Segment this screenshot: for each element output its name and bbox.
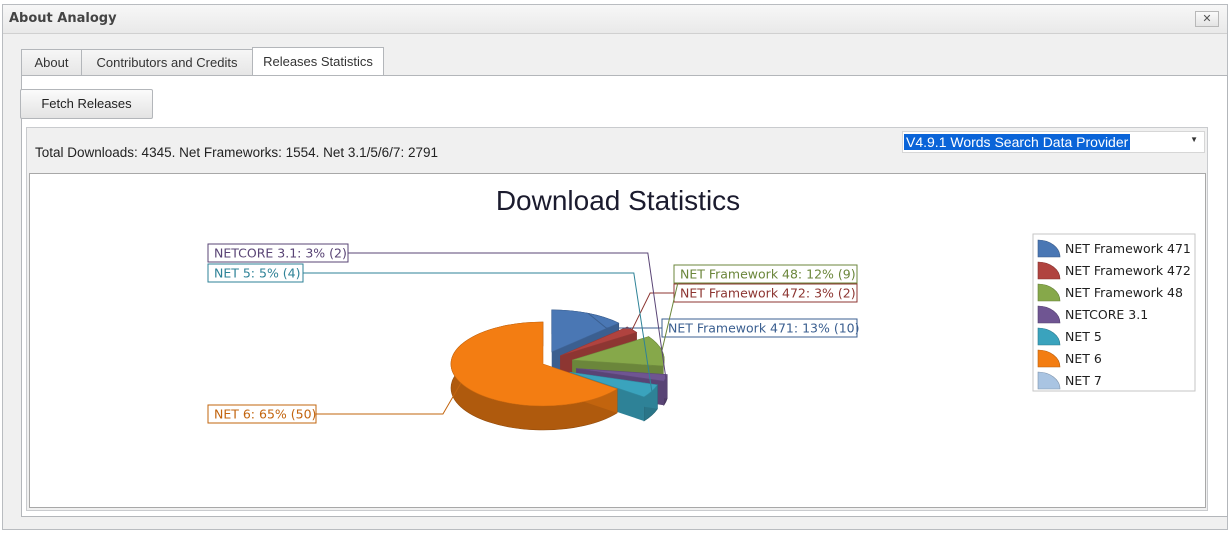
data-label-text: NET Framework 472: 3% (2) bbox=[680, 286, 856, 301]
tab-about[interactable]: About bbox=[21, 49, 82, 75]
legend-label: NETCORE 3.1 bbox=[1065, 307, 1148, 322]
data-label-text: NET Framework 471: 13% (10) bbox=[668, 321, 860, 336]
legend-label: NET Framework 471 bbox=[1065, 241, 1191, 256]
about-window: About Analogy ✕ About Contributors and C… bbox=[2, 4, 1228, 530]
statistics-group: Total Downloads: 4345. Net Frameworks: 1… bbox=[26, 127, 1208, 511]
window-title: About Analogy bbox=[9, 11, 117, 26]
releases-statistics-panel: Fetch Releases Total Downloads: 4345. Ne… bbox=[20, 75, 1228, 517]
download-statistics-chart: Download Statistics NET Framework 471: 1… bbox=[207, 185, 1196, 431]
title-bar: About Analogy ✕ bbox=[3, 5, 1227, 34]
legend-label: NET Framework 472 bbox=[1065, 263, 1191, 278]
legend-label: NET 6 bbox=[1065, 351, 1102, 366]
close-button[interactable]: ✕ bbox=[1195, 11, 1219, 27]
tab-releases-statistics[interactable]: Releases Statistics bbox=[252, 47, 384, 75]
legend-label: NET Framework 48 bbox=[1065, 285, 1183, 300]
chart-area: Download Statistics NET Framework 471: 1… bbox=[29, 173, 1206, 508]
dropdown-arrow-icon: ▼ bbox=[1190, 135, 1198, 144]
data-label-net-6: NET 6: 65% (50) bbox=[207, 382, 462, 424]
fetch-releases-button[interactable]: Fetch Releases bbox=[20, 89, 153, 119]
legend-label: NET 7 bbox=[1065, 373, 1102, 388]
provider-select-value: V4.9.1 Words Search Data Provider bbox=[904, 134, 1131, 150]
chart-title: Download Statistics bbox=[496, 185, 740, 216]
tab-contributors[interactable]: Contributors and Credits bbox=[81, 49, 253, 75]
legend-item-net-7: NET 7 bbox=[1037, 371, 1102, 390]
downloads-summary: Total Downloads: 4345. Net Frameworks: 1… bbox=[35, 145, 438, 160]
data-label-text: NET 5: 5% (4) bbox=[214, 266, 301, 281]
legend-item-net-5: NET 5 bbox=[1037, 327, 1102, 346]
data-label-text: NET 6: 65% (50) bbox=[214, 407, 316, 422]
data-label-net-framework-48: NET Framework 48: 12% (9) bbox=[661, 264, 858, 351]
legend-item-net-6: NET 6 bbox=[1037, 349, 1102, 368]
data-label-text: NETCORE 3.1: 3% (2) bbox=[214, 246, 347, 261]
provider-select[interactable]: V4.9.1 Words Search Data Provider ▼ bbox=[902, 131, 1205, 153]
close-icon: ✕ bbox=[1202, 12, 1212, 25]
legend-label: NET 5 bbox=[1065, 329, 1102, 344]
data-label-text: NET Framework 48: 12% (9) bbox=[680, 267, 856, 282]
